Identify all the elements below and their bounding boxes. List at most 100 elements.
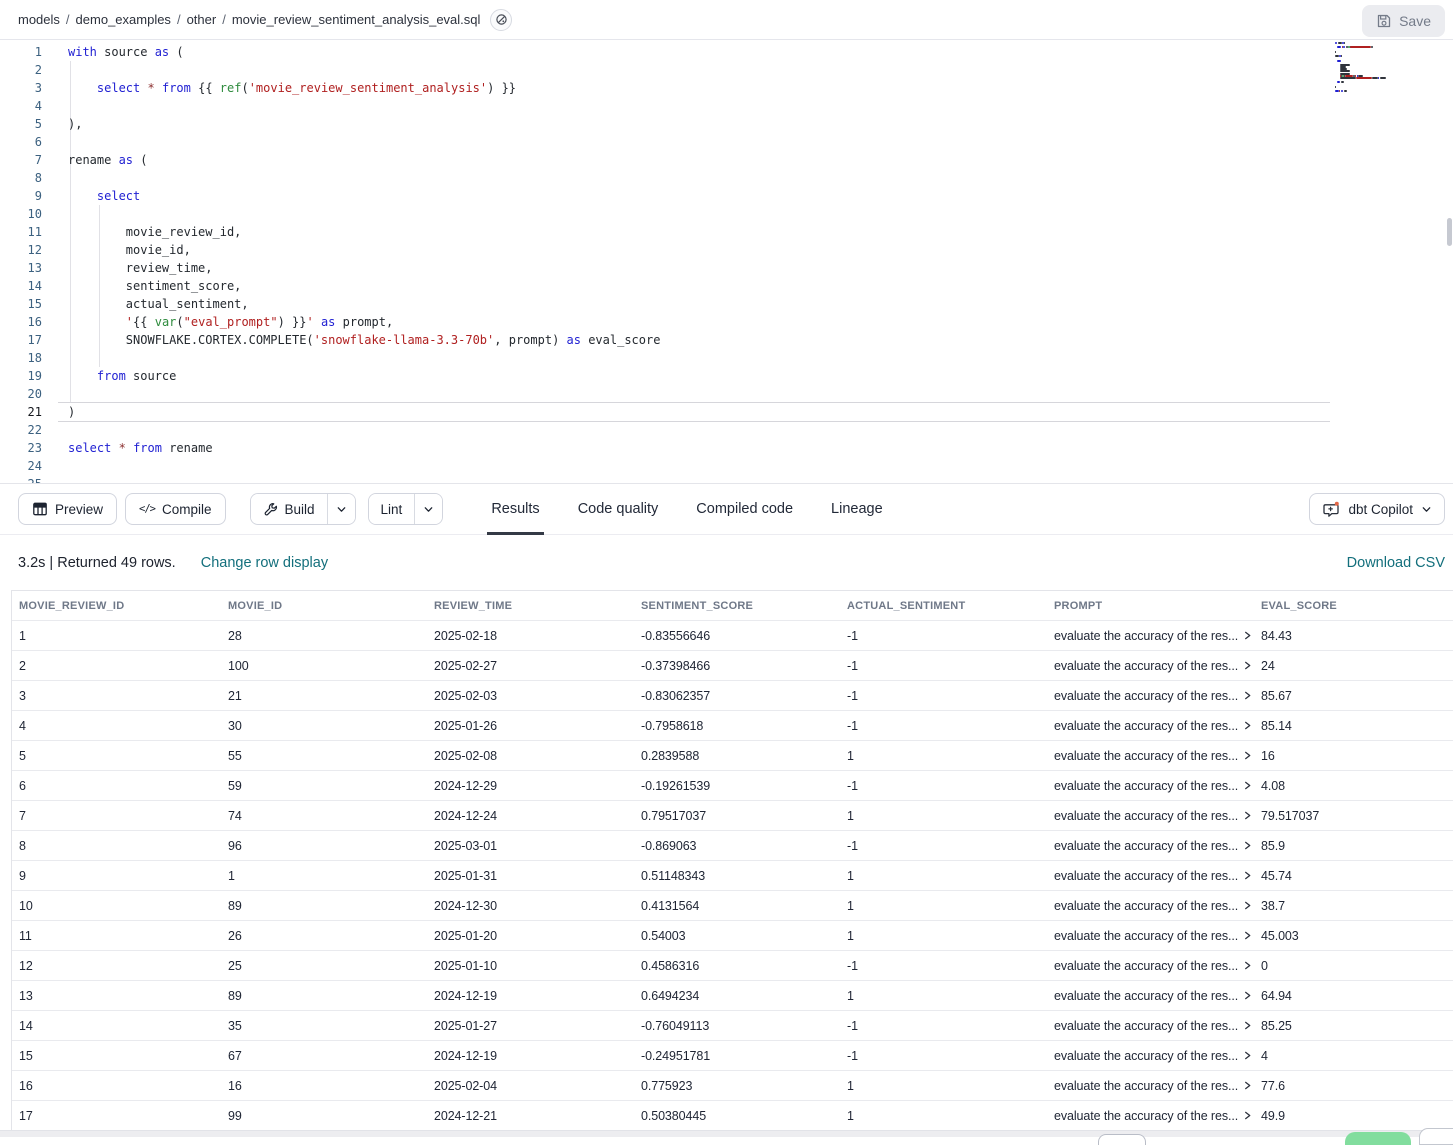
table-cell: -0.83556646 bbox=[634, 629, 840, 643]
partial-white-button[interactable] bbox=[1419, 1128, 1453, 1145]
code-editor[interactable]: 1234567891011121314151617181920212223242… bbox=[0, 40, 1453, 483]
prompt-expand-chevron[interactable] bbox=[1243, 781, 1252, 790]
file-status-icon[interactable] bbox=[490, 9, 512, 31]
code-token bbox=[155, 81, 162, 95]
build-button[interactable]: Build bbox=[251, 494, 327, 524]
chevron-right-icon bbox=[1243, 631, 1252, 640]
wrench-icon bbox=[263, 502, 278, 517]
table-cell: 38.7 bbox=[1254, 899, 1453, 913]
save-button[interactable]: Save bbox=[1362, 5, 1445, 37]
bottom-strip bbox=[0, 1137, 1453, 1145]
tab-results[interactable]: Results bbox=[487, 483, 543, 535]
table-cell: 15 bbox=[12, 1049, 221, 1063]
table-cell: -1 bbox=[840, 719, 1047, 733]
chevron-down-icon bbox=[1421, 504, 1432, 515]
table-row: 912025-01-310.511483431evaluate the accu… bbox=[12, 861, 1453, 891]
code-token bbox=[111, 441, 118, 455]
code-line: movie_id, bbox=[0, 241, 1453, 259]
code-token: ref bbox=[220, 81, 242, 95]
table-cell: evaluate the accuracy of the res... bbox=[1047, 929, 1254, 943]
compile-button[interactable]: </> Compile bbox=[125, 493, 226, 525]
tab-lineage[interactable]: Lineage bbox=[827, 483, 887, 535]
change-row-display-link[interactable]: Change row display bbox=[201, 555, 328, 571]
prompt-text: evaluate the accuracy of the res... bbox=[1054, 719, 1238, 733]
prompt-expand-chevron[interactable] bbox=[1243, 961, 1252, 970]
breadcrumb-item[interactable]: demo_examples bbox=[76, 12, 171, 27]
table-row: 14352025-01-27-0.76049113-1evaluate the … bbox=[12, 1011, 1453, 1041]
prompt-text: evaluate the accuracy of the res... bbox=[1054, 839, 1238, 853]
prompt-expand-chevron[interactable] bbox=[1243, 871, 1252, 880]
prompt-text: evaluate the accuracy of the res... bbox=[1054, 869, 1238, 883]
chevron-right-icon bbox=[1243, 991, 1252, 1000]
chevron-right-icon bbox=[1243, 691, 1252, 700]
table-cell: 2025-02-03 bbox=[427, 689, 634, 703]
code-line bbox=[0, 169, 1453, 187]
table-cell: 16 bbox=[1254, 749, 1453, 763]
prompt-expand-chevron[interactable] bbox=[1243, 811, 1252, 820]
table-cell: evaluate the accuracy of the res... bbox=[1047, 1079, 1254, 1093]
prompt-expand-chevron[interactable] bbox=[1243, 991, 1252, 1000]
code-token: as bbox=[567, 333, 581, 347]
table-row: 15672024-12-19-0.24951781-1evaluate the … bbox=[12, 1041, 1453, 1071]
table-cell: evaluate the accuracy of the res... bbox=[1047, 779, 1254, 793]
copilot-label: dbt Copilot bbox=[1348, 502, 1413, 517]
code-token: 'snowflake-llama-3.3-70b' bbox=[314, 333, 495, 347]
table-cell: evaluate the accuracy of the res... bbox=[1047, 809, 1254, 823]
preview-button[interactable]: Preview bbox=[18, 493, 117, 525]
tab-compiled-code[interactable]: Compiled code bbox=[692, 483, 797, 535]
table-cell: 0.79517037 bbox=[634, 809, 840, 823]
code-line: ) bbox=[0, 403, 1453, 421]
build-dropdown-button[interactable] bbox=[327, 494, 355, 524]
table-cell: evaluate the accuracy of the res... bbox=[1047, 869, 1254, 883]
code-lines: with source as ( select * from {{ ref('m… bbox=[0, 43, 1453, 483]
floppy-disk-icon bbox=[1376, 13, 1392, 29]
prompt-expand-chevron[interactable] bbox=[1243, 691, 1252, 700]
minimap[interactable] bbox=[1335, 42, 1447, 104]
horizontal-scrollbar[interactable] bbox=[0, 1130, 1453, 1137]
code-line: SNOWFLAKE.CORTEX.COMPLETE('snowflake-lla… bbox=[0, 331, 1453, 349]
lint-dropdown-button[interactable] bbox=[414, 494, 442, 524]
prompt-expand-chevron[interactable] bbox=[1243, 721, 1252, 730]
partial-button[interactable] bbox=[1098, 1134, 1146, 1145]
table-cell: -1 bbox=[840, 689, 1047, 703]
prompt-expand-chevron[interactable] bbox=[1243, 1021, 1252, 1030]
prompt-expand-chevron[interactable] bbox=[1243, 841, 1252, 850]
code-token: ' bbox=[126, 315, 133, 329]
code-token: select bbox=[97, 81, 140, 95]
lint-button[interactable]: Lint bbox=[369, 494, 415, 524]
prompt-expand-chevron[interactable] bbox=[1243, 1051, 1252, 1060]
tab-code-quality[interactable]: Code quality bbox=[574, 483, 663, 535]
prompt-expand-chevron[interactable] bbox=[1243, 661, 1252, 670]
code-line: movie_review_id, bbox=[0, 223, 1453, 241]
table-cell: 1 bbox=[840, 929, 1047, 943]
editor-scrollbar[interactable] bbox=[1447, 218, 1452, 246]
table-cell: 85.67 bbox=[1254, 689, 1453, 703]
code-token: ( bbox=[176, 315, 183, 329]
table-cell: 35 bbox=[221, 1019, 427, 1033]
table-cell: 0.54003 bbox=[634, 929, 840, 943]
table-icon bbox=[32, 501, 48, 517]
code-token: from bbox=[162, 81, 191, 95]
prompt-expand-chevron[interactable] bbox=[1243, 901, 1252, 910]
table-cell: 2025-02-04 bbox=[427, 1079, 634, 1093]
prompt-expand-chevron[interactable] bbox=[1243, 1111, 1252, 1120]
build-label: Build bbox=[285, 502, 315, 517]
prompt-expand-chevron[interactable] bbox=[1243, 751, 1252, 760]
code-token: rename bbox=[162, 441, 213, 455]
table-cell: 14 bbox=[12, 1019, 221, 1033]
breadcrumb: models/demo_examples/other/movie_review_… bbox=[18, 12, 480, 27]
chevron-right-icon bbox=[1243, 901, 1252, 910]
breadcrumb-item[interactable]: other bbox=[187, 12, 217, 27]
table-cell: 25 bbox=[221, 959, 427, 973]
download-csv-link[interactable]: Download CSV bbox=[1347, 555, 1445, 571]
prompt-expand-chevron[interactable] bbox=[1243, 1081, 1252, 1090]
prompt-expand-chevron[interactable] bbox=[1243, 931, 1252, 940]
breadcrumb-item[interactable]: movie_review_sentiment_analysis_eval.sql bbox=[232, 12, 481, 27]
prompt-expand-chevron[interactable] bbox=[1243, 631, 1252, 640]
code-token: as bbox=[119, 153, 133, 167]
table-cell: 2025-02-18 bbox=[427, 629, 634, 643]
code-token: ), bbox=[68, 117, 82, 131]
dbt-copilot-button[interactable]: dbt Copilot bbox=[1309, 493, 1445, 525]
breadcrumb-item[interactable]: models bbox=[18, 12, 60, 27]
partial-green-button[interactable] bbox=[1345, 1132, 1411, 1145]
